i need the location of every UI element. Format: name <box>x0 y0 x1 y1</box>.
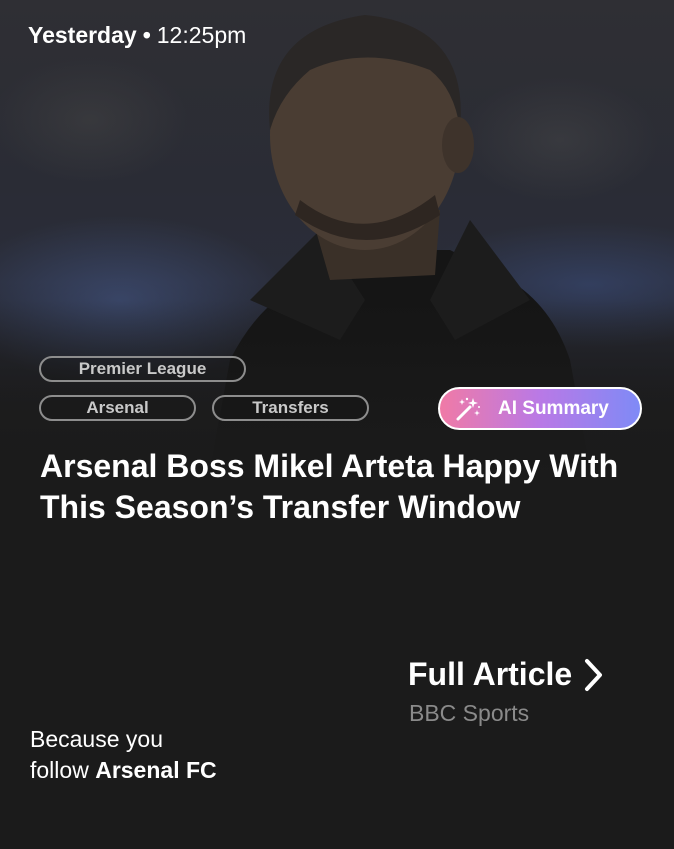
timestamp-day: Yesterday <box>28 22 137 48</box>
tag-premier-league[interactable]: Premier League <box>39 356 246 382</box>
article-headline[interactable]: Arsenal Boss Mikel Arteta Happy With Thi… <box>40 446 640 528</box>
timestamp-separator: • <box>142 22 151 48</box>
tag-transfers[interactable]: Transfers <box>212 395 369 421</box>
reason-line-2: follow Arsenal FC <box>30 755 217 786</box>
full-article-link[interactable]: Full Article <box>408 656 604 693</box>
post-timestamp: Yesterday • 12:25pm <box>28 20 246 50</box>
timestamp-time: 12:25pm <box>156 22 247 48</box>
followed-team: Arsenal FC <box>95 757 217 783</box>
reason-follow-text: follow <box>30 757 89 783</box>
ai-summary-label: AI Summary <box>498 397 609 419</box>
full-article-label: Full Article <box>408 656 573 692</box>
chevron-right-icon <box>585 658 603 691</box>
magic-wand-icon <box>456 397 480 420</box>
news-card[interactable]: Yesterday • 12:25pm Premier League Arsenal… <box>0 0 674 849</box>
recommendation-reason: Because you follow Arsenal FC <box>30 724 217 786</box>
ai-summary-button[interactable]: AI Summary <box>438 387 642 430</box>
tag-arsenal[interactable]: Arsenal <box>39 395 196 421</box>
reason-line-1: Because you <box>30 726 163 752</box>
article-source: BBC Sports <box>409 700 530 726</box>
